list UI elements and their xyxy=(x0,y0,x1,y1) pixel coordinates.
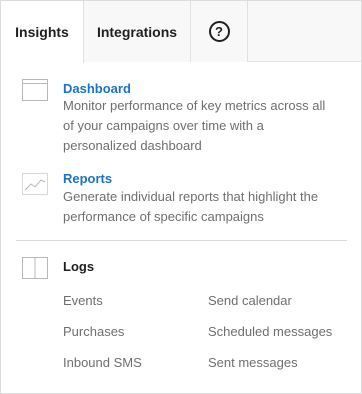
reports-chart-icon xyxy=(22,173,48,195)
log-link-inbound-sms[interactable]: Inbound SMS xyxy=(63,355,142,370)
log-link-purchases[interactable]: Purchases xyxy=(63,324,124,339)
reports-description: Generate individual reports that highlig… xyxy=(63,189,319,224)
tab-integrations-label: Integrations xyxy=(96,23,178,40)
logs-title: Logs xyxy=(63,259,95,274)
section-divider xyxy=(16,240,347,241)
logs-book-icon xyxy=(22,257,48,279)
dashboard-title: Dashboard xyxy=(63,81,131,96)
tab-integrations[interactable]: Integrations xyxy=(84,1,191,62)
tab-insights[interactable]: Insights xyxy=(1,1,84,63)
reports-title: Reports xyxy=(63,171,113,186)
tab-bar: Insights Integrations ? xyxy=(1,1,361,63)
tab-insights-label: Insights xyxy=(15,24,69,40)
menu-item-dashboard[interactable]: Dashboard Monitor performance of key met… xyxy=(1,79,361,155)
log-link-events[interactable]: Events xyxy=(63,293,103,308)
log-link-sent-messages[interactable]: Sent messages xyxy=(208,355,298,370)
help-circle-icon: ? xyxy=(208,21,230,42)
insights-dropdown-panel: Insights Integrations ? Dashboard Monito… xyxy=(0,0,362,394)
tab-help[interactable]: ? xyxy=(191,1,248,62)
dashboard-window-icon xyxy=(22,79,48,101)
dashboard-description: Monitor performance of key metrics acros… xyxy=(63,98,326,153)
log-link-scheduled-messages[interactable]: Scheduled messages xyxy=(208,324,332,339)
log-link-send-calendar[interactable]: Send calendar xyxy=(208,293,292,308)
menu-item-reports[interactable]: Reports Generate individual reports that… xyxy=(1,169,361,227)
